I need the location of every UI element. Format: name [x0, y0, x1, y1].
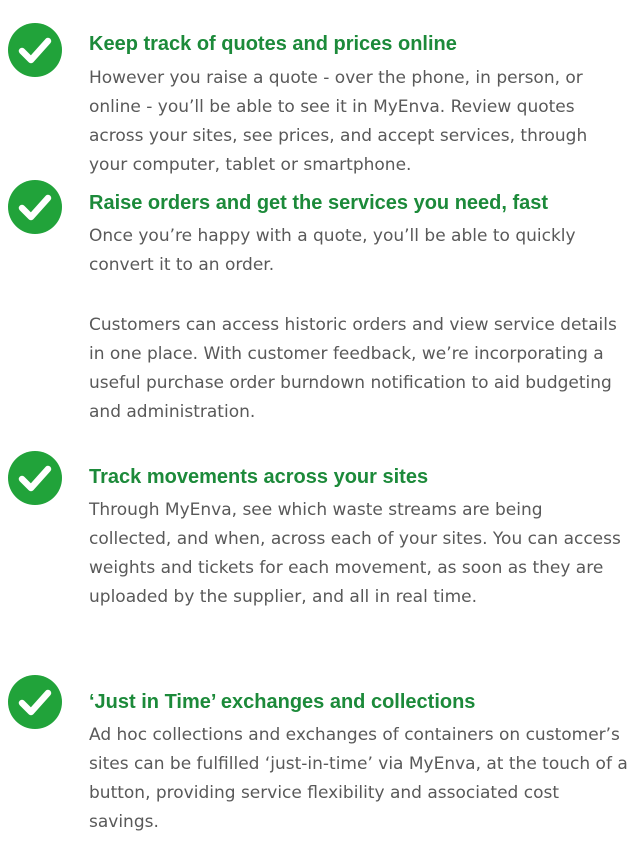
feature-title: Raise orders and get the services you ne…	[89, 192, 549, 214]
feature-description: Once you’re happy with a quote, you’ll b…	[89, 226, 576, 275]
check-circle-icon	[8, 23, 62, 77]
check-circle-icon	[8, 180, 62, 234]
feature-title: ‘Just in Time’ exchanges and collections	[89, 691, 476, 713]
feature-description: Customers can access historic orders and…	[89, 315, 617, 422]
check-circle-icon	[8, 451, 62, 505]
check-circle-icon	[8, 675, 62, 729]
feature-description: Ad hoc collections and exchanges of cont…	[89, 725, 628, 832]
feature-list: Keep track of quotes and prices online H…	[0, 0, 629, 843]
feature-title: Track movements across your sites	[89, 466, 429, 488]
feature-description: However you raise a quote - over the pho…	[89, 68, 588, 175]
feature-description: Through MyEnva, see which waste streams …	[89, 500, 621, 607]
feature-title: Keep track of quotes and prices online	[89, 33, 457, 55]
